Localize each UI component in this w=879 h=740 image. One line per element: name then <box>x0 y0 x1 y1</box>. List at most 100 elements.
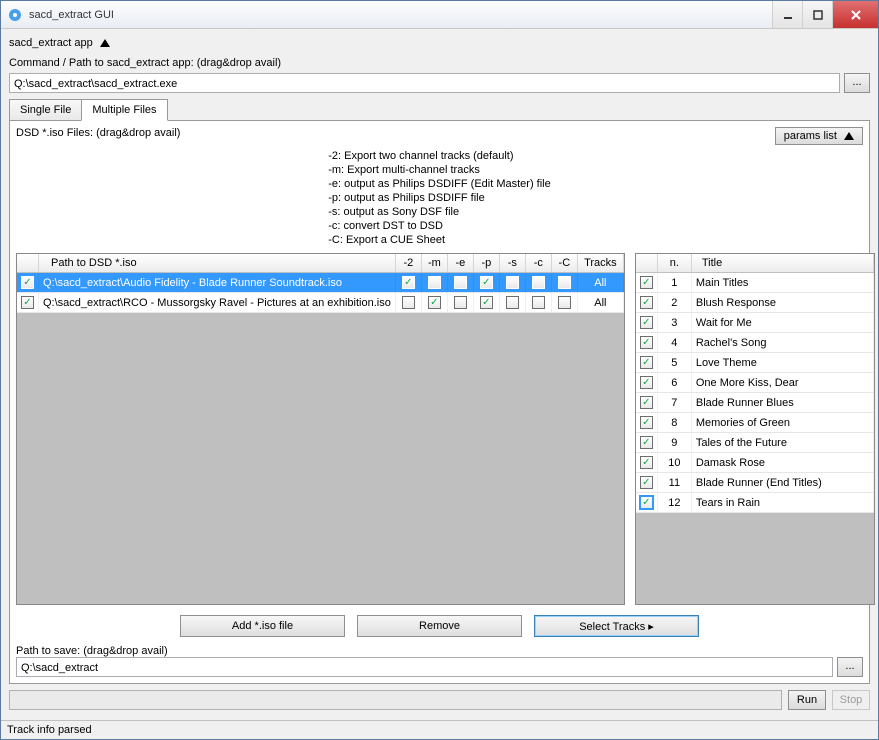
track-row[interactable]: 9Tales of the Future <box>636 433 874 453</box>
checkbox-icon[interactable] <box>532 276 545 289</box>
stop-button: Stop <box>832 690 870 710</box>
track-row[interactable]: 12Tears in Rain <box>636 493 874 513</box>
track-title: Blade Runner Blues <box>692 393 874 412</box>
iso-path-cell: Q:\sacd_extract\RCO - Mussorgsky Ravel -… <box>39 293 396 312</box>
iso-grid-header: Path to DSD *.iso -2 -m -e -p -s -c -C T… <box>17 254 624 273</box>
checkbox-icon[interactable] <box>402 296 415 309</box>
browse-save-button[interactable]: ... <box>837 657 863 677</box>
track-row[interactable]: 5Love Theme <box>636 353 874 373</box>
track-row[interactable]: 4Rachel's Song <box>636 333 874 353</box>
browse-command-button[interactable]: ... <box>844 73 870 93</box>
tracks-cell: All <box>578 293 624 312</box>
track-number: 11 <box>658 473 692 492</box>
track-row[interactable]: 6One More Kiss, Dear <box>636 373 874 393</box>
checkbox-icon[interactable] <box>21 276 34 289</box>
checkbox-icon[interactable] <box>640 356 653 369</box>
iso-files-grid[interactable]: Path to DSD *.iso -2 -m -e -p -s -c -C T… <box>16 253 625 605</box>
select-tracks-button[interactable]: Select Tracks ▸ <box>534 615 699 637</box>
checkbox-icon[interactable] <box>454 296 467 309</box>
iso-files-label: DSD *.iso Files: (drag&drop avail) <box>16 127 180 139</box>
app-icon <box>7 7 23 23</box>
track-number: 10 <box>658 453 692 472</box>
track-title: Wait for Me <box>692 313 874 332</box>
track-title: Love Theme <box>692 353 874 372</box>
checkbox-icon[interactable] <box>480 296 493 309</box>
command-path-input[interactable]: Q:\sacd_extract\sacd_extract.exe <box>9 73 840 93</box>
status-bar: Track info parsed <box>1 720 878 739</box>
track-row[interactable]: 3Wait for Me <box>636 313 874 333</box>
add-iso-button[interactable]: Add *.iso file <box>180 615 345 637</box>
iso-row[interactable]: Q:\sacd_extract\Audio Fidelity - Blade R… <box>17 273 624 293</box>
checkbox-icon[interactable] <box>640 396 653 409</box>
track-title: Damask Rose <box>692 453 874 472</box>
checkbox-icon[interactable] <box>558 296 571 309</box>
save-path-input[interactable]: Q:\sacd_extract <box>16 657 833 677</box>
title-bar: sacd_extract GUI <box>1 1 878 29</box>
track-number: 12 <box>658 493 692 512</box>
track-number: 8 <box>658 413 692 432</box>
track-number: 6 <box>658 373 692 392</box>
checkbox-icon[interactable] <box>428 296 441 309</box>
tracks-grid-header: n. Title <box>636 254 874 273</box>
app-section-label: sacd_extract app <box>9 33 870 53</box>
progress-bar <box>9 690 782 710</box>
maximize-button[interactable] <box>802 1 832 28</box>
track-row[interactable]: 2Blush Response <box>636 293 874 313</box>
track-title: Rachel's Song <box>692 333 874 352</box>
track-row[interactable]: 11Blade Runner (End Titles) <box>636 473 874 493</box>
command-label: Command / Path to sacd_extract app: (dra… <box>9 53 870 73</box>
checkbox-icon[interactable] <box>640 296 653 309</box>
checkbox-icon[interactable] <box>640 336 653 349</box>
track-title: Tears in Rain <box>692 493 874 512</box>
params-list-button[interactable]: params list <box>775 127 863 145</box>
track-number: 9 <box>658 433 692 452</box>
remove-button[interactable]: Remove <box>357 615 522 637</box>
checkbox-icon[interactable] <box>21 296 34 309</box>
run-button[interactable]: Run <box>788 690 826 710</box>
close-button[interactable] <box>832 1 878 28</box>
minimize-button[interactable] <box>772 1 802 28</box>
track-number: 7 <box>658 393 692 412</box>
track-number: 1 <box>658 273 692 292</box>
tracks-cell: All <box>578 273 624 292</box>
checkbox-icon[interactable] <box>640 456 653 469</box>
track-number: 4 <box>658 333 692 352</box>
track-row[interactable]: 10Damask Rose <box>636 453 874 473</box>
tracks-grid[interactable]: n. Title 1Main Titles2Blush Response3Wai… <box>635 253 875 605</box>
track-title: Tales of the Future <box>692 433 874 452</box>
checkbox-icon[interactable] <box>640 416 653 429</box>
params-help-text: -2: Export two channel tracks (default) … <box>328 149 551 247</box>
track-row[interactable]: 8Memories of Green <box>636 413 874 433</box>
checkbox-icon[interactable] <box>640 476 653 489</box>
app-collapse-icon[interactable] <box>100 39 110 47</box>
track-number: 5 <box>658 353 692 372</box>
checkbox-icon[interactable] <box>454 276 467 289</box>
checkbox-icon[interactable] <box>402 276 415 289</box>
checkbox-icon[interactable] <box>480 276 493 289</box>
track-number: 2 <box>658 293 692 312</box>
checkbox-icon[interactable] <box>532 296 545 309</box>
track-row[interactable]: 7Blade Runner Blues <box>636 393 874 413</box>
track-title: Blush Response <box>692 293 874 312</box>
track-title: Memories of Green <box>692 413 874 432</box>
track-title: Blade Runner (End Titles) <box>692 473 874 492</box>
track-title: Main Titles <box>692 273 874 292</box>
checkbox-icon[interactable] <box>640 276 653 289</box>
checkbox-icon[interactable] <box>640 316 653 329</box>
checkbox-icon[interactable] <box>506 296 519 309</box>
track-number: 3 <box>658 313 692 332</box>
track-title: One More Kiss, Dear <box>692 373 874 392</box>
tab-single-file[interactable]: Single File <box>9 99 82 121</box>
checkbox-icon[interactable] <box>558 276 571 289</box>
checkbox-icon[interactable] <box>640 496 653 509</box>
checkbox-icon[interactable] <box>506 276 519 289</box>
checkbox-icon[interactable] <box>640 436 653 449</box>
track-row[interactable]: 1Main Titles <box>636 273 874 293</box>
tab-multiple-files[interactable]: Multiple Files <box>81 99 167 121</box>
checkbox-icon[interactable] <box>428 276 441 289</box>
params-collapse-icon <box>844 132 854 140</box>
checkbox-icon[interactable] <box>640 376 653 389</box>
window-title: sacd_extract GUI <box>29 9 772 21</box>
iso-path-cell: Q:\sacd_extract\Audio Fidelity - Blade R… <box>39 273 396 292</box>
iso-row[interactable]: Q:\sacd_extract\RCO - Mussorgsky Ravel -… <box>17 293 624 313</box>
